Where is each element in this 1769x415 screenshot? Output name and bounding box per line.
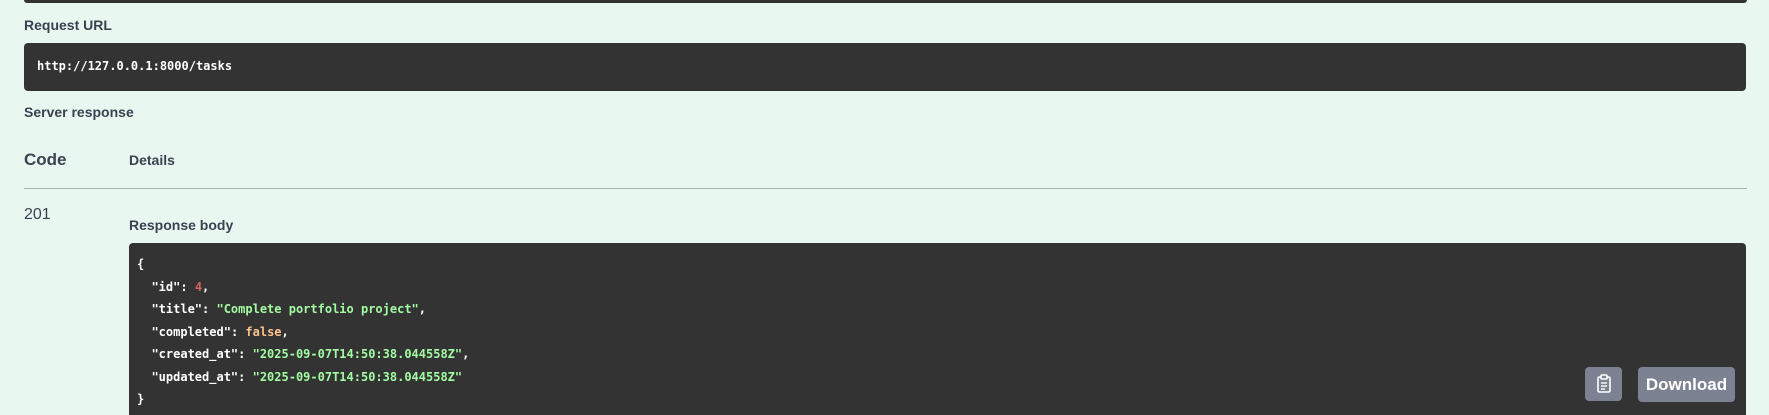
response-body-json: { "id": 4, "title": "Complete portfolio …: [137, 253, 1738, 411]
json-line: "id": 4,: [151, 279, 210, 294]
response-body-label: Response body: [129, 217, 234, 233]
column-header-details: Details: [129, 152, 175, 168]
column-header-code: Code: [24, 150, 67, 169]
json-line: "title": "Complete portfolio project",: [151, 302, 427, 316]
json-line: "created_at": "2025-09-07T14:50:38.04455…: [151, 347, 470, 361]
swagger-response-panel: Request URL http://127.0.0.1:8000/tasks …: [0, 0, 1769, 415]
json-close-brace: }: [137, 392, 145, 406]
server-response-label: Server response: [24, 104, 134, 120]
clipboard-copy-icon: [1596, 374, 1611, 393]
json-key: "created_at": [151, 347, 239, 361]
table-header-divider: [24, 188, 1747, 189]
json-value: false: [245, 324, 282, 339]
json-value: 4: [194, 279, 203, 294]
response-status-code: 201: [24, 206, 51, 223]
json-open-brace: {: [137, 257, 145, 271]
json-value: "2025-09-07T14:50:38.044558Z": [252, 347, 463, 361]
json-line: "completed": false,: [151, 324, 289, 339]
json-key: "title": [151, 302, 203, 316]
request-url-box: http://127.0.0.1:8000/tasks: [24, 43, 1746, 91]
request-url-label: Request URL: [24, 17, 112, 33]
response-body-code-block[interactable]: { "id": 4, "title": "Complete portfolio …: [129, 243, 1746, 415]
copy-to-clipboard-button[interactable]: [1585, 367, 1622, 401]
curl-box-bottom-edge: [24, 0, 1747, 3]
json-key: "completed": [151, 324, 231, 339]
json-value: "2025-09-07T14:50:38.044558Z": [252, 369, 463, 384]
download-button[interactable]: Download: [1638, 367, 1735, 402]
json-value: "Complete portfolio project": [216, 302, 419, 316]
json-key: "updated_at": [151, 369, 239, 384]
json-key: "id": [151, 279, 181, 294]
request-url-value: http://127.0.0.1:8000/tasks: [37, 59, 233, 73]
json-line: "updated_at": "2025-09-07T14:50:38.04455…: [151, 369, 463, 384]
